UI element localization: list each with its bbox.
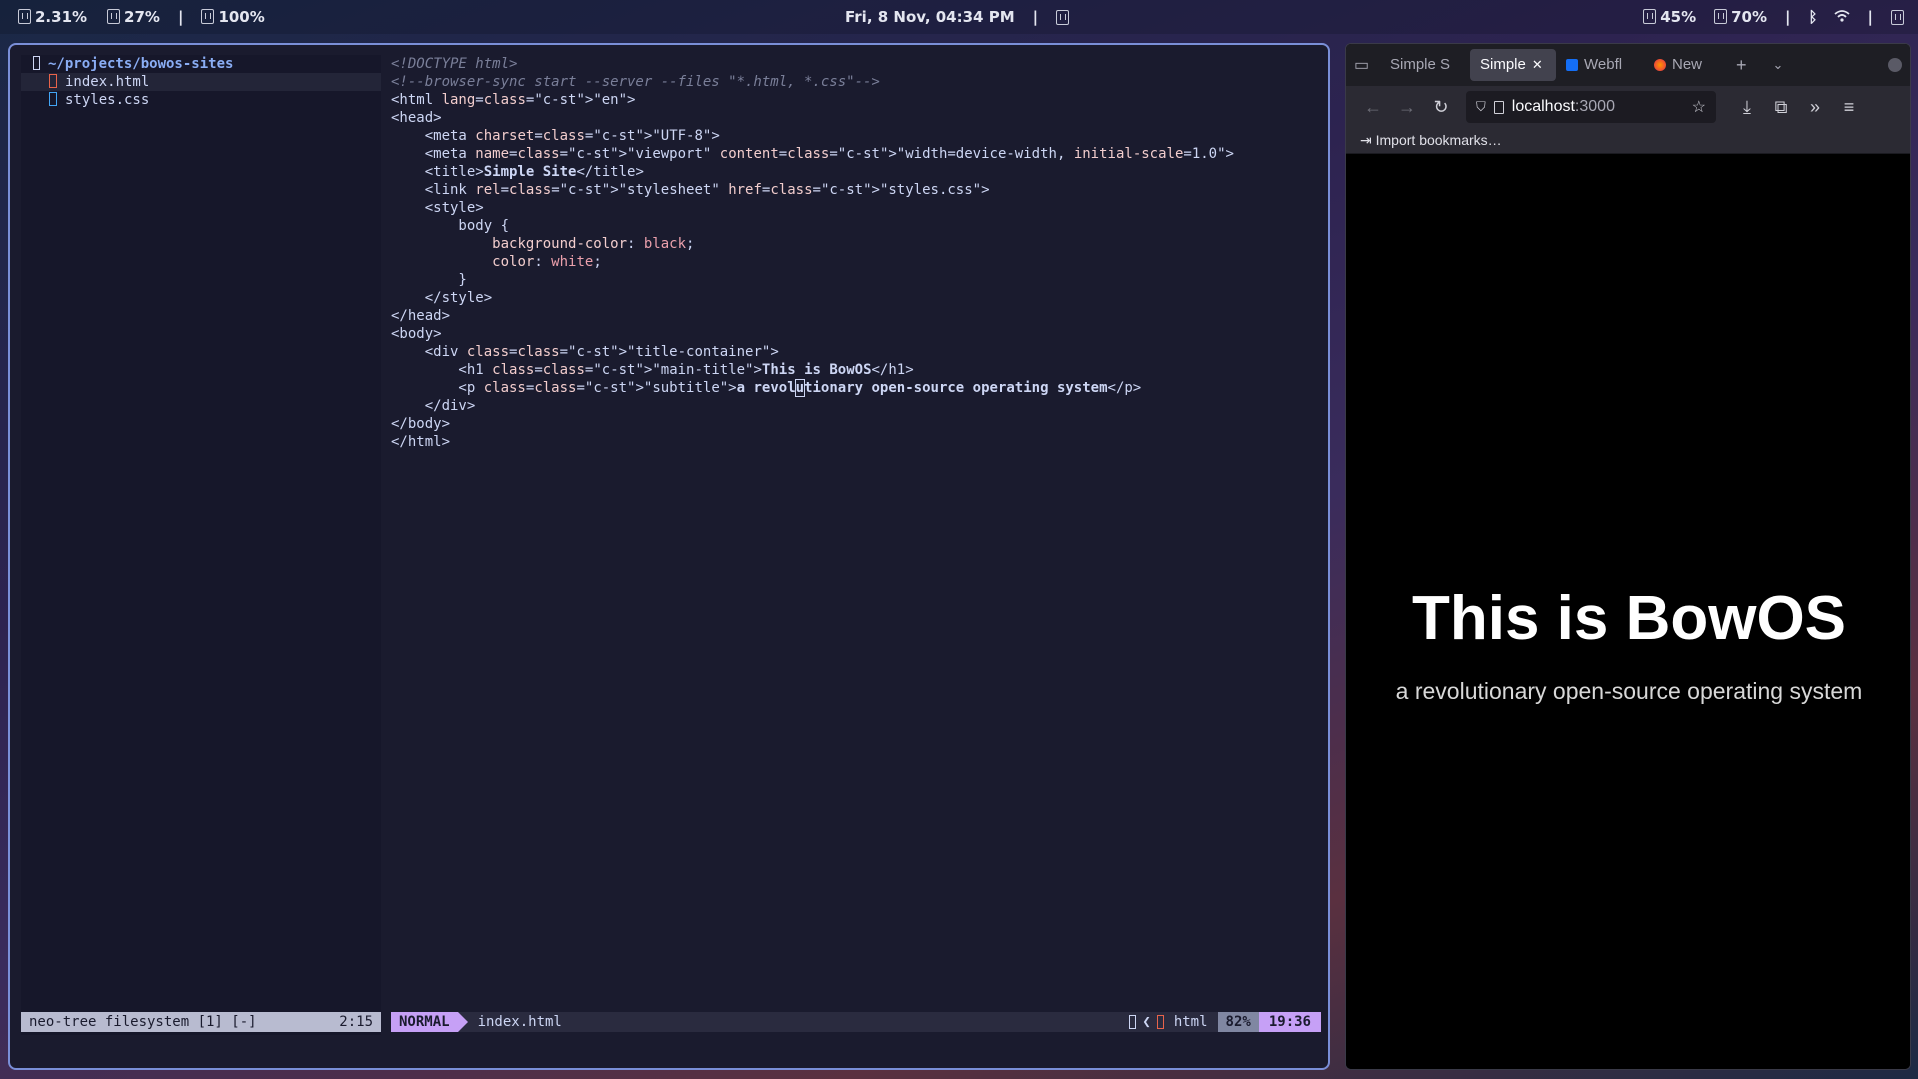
code-line[interactable]: <body>	[391, 325, 1321, 343]
code-editor[interactable]: <!DOCTYPE html> <!--browser-sync start --…	[391, 55, 1321, 1015]
tab-new[interactable]: New	[1644, 49, 1714, 81]
statusline: neo-tree filesystem [1] [-] 2:15 NORMAL …	[21, 1012, 1321, 1032]
file-tree: ~/projects/bowos-sites index.html styles…	[21, 55, 381, 1035]
bluetooth-icon[interactable]: ᛒ	[1809, 8, 1818, 26]
browser-window[interactable]: ▭ Simple S Simple ✕ Webfl New + ⌄ ← → ↻ ⛉…	[1345, 43, 1911, 1070]
topbar-separator: |	[1032, 8, 1039, 26]
overflow-icon[interactable]: »	[1798, 97, 1832, 118]
close-tab-icon[interactable]: ✕	[1532, 49, 1543, 81]
tab-simple-1[interactable]: Simple S	[1380, 49, 1470, 81]
memory-icon	[107, 9, 121, 24]
code-line[interactable]: <title>Simple Site</title>	[391, 163, 1321, 181]
clock[interactable]: Fri, 8 Nov, 04:34 PM	[845, 8, 1015, 26]
topbar-separator: |	[177, 8, 184, 26]
url-bar[interactable]: ⛉ localhost:3000 ☆	[1466, 91, 1716, 123]
filetype: html	[1173, 1014, 1208, 1030]
code-line[interactable]: <link rel=class="c-st">"stylesheet" href…	[391, 181, 1321, 199]
page-icon[interactable]	[1493, 100, 1504, 114]
forward-icon[interactable]: →	[1390, 97, 1424, 118]
css-file-icon	[49, 92, 57, 106]
web-page: This is BowOS a revolutionary open-sourc…	[1346, 154, 1910, 1069]
lsp-icon	[1129, 1015, 1137, 1029]
scroll-percent: 82%	[1217, 1012, 1259, 1032]
new-tab-icon[interactable]: +	[1736, 55, 1747, 76]
download-icon[interactable]: ⤓	[1730, 97, 1764, 118]
code-line[interactable]: background-color: black;	[391, 235, 1321, 253]
text-cursor: u	[794, 379, 806, 397]
code-line[interactable]: </head>	[391, 307, 1321, 325]
code-line[interactable]: <h1 class=class="c-st">"main-title">This…	[391, 361, 1321, 379]
extensions-icon[interactable]: ⧉	[1764, 97, 1798, 118]
code-line[interactable]: <!--browser-sync start --server --files …	[391, 73, 1321, 91]
window-control-icon[interactable]	[1888, 58, 1902, 72]
cpu-icon	[18, 9, 31, 24]
code-line[interactable]: </body>	[391, 415, 1321, 433]
topbar-center: Fri, 8 Nov, 04:34 PM |	[845, 8, 1073, 26]
cpu-indicator: 2.31%	[18, 8, 87, 26]
code-line[interactable]: <style>	[391, 199, 1321, 217]
tab-overview-icon[interactable]: ▭	[1354, 55, 1380, 75]
topbar-left: 2.31% 27% | 100%	[18, 8, 265, 26]
disk-indicator: 100%	[201, 8, 265, 26]
back-icon[interactable]: ←	[1356, 97, 1390, 118]
wifi-icon[interactable]	[1833, 8, 1850, 26]
code-line[interactable]: </style>	[391, 289, 1321, 307]
cursor-position: 19:36	[1258, 1012, 1321, 1032]
code-line[interactable]: color: white;	[391, 253, 1321, 271]
tab-bar: ▭ Simple S Simple ✕ Webfl New + ⌄	[1346, 44, 1910, 86]
calendar-icon[interactable]	[1056, 9, 1070, 25]
tab-webflow[interactable]: Webfl	[1556, 49, 1644, 81]
code-line[interactable]: </html>	[391, 433, 1321, 451]
brightness-indicator[interactable]: 70%	[1714, 8, 1767, 26]
code-line[interactable]: }	[391, 271, 1321, 289]
firefox-icon	[1654, 59, 1666, 71]
topbar-right: 45% 70% | ᛒ |	[1643, 8, 1908, 26]
nav-bar: ← → ↻ ⛉ localhost:3000 ☆ ⤓ ⧉ » ≡	[1346, 86, 1910, 128]
bookmarks-bar: ⇥ Import bookmarks…	[1346, 128, 1910, 154]
menu-icon[interactable]: ≡	[1832, 97, 1866, 118]
tree-status: neo-tree filesystem [1] [-] 2:15	[21, 1012, 381, 1032]
topbar-separator: |	[1867, 8, 1873, 26]
system-topbar: 2.31% 27% | 100% Fri, 8 Nov, 04:34 PM | …	[0, 0, 1918, 34]
tree-file-index[interactable]: index.html	[21, 73, 381, 91]
terminal-window[interactable]: ~/projects/bowos-sites index.html styles…	[8, 43, 1330, 1070]
code-line[interactable]: <!DOCTYPE html>	[391, 55, 1321, 73]
code-line[interactable]: <meta name=class="c-st">"viewport" conte…	[391, 145, 1321, 163]
status-filename: index.html	[477, 1014, 562, 1030]
shield-icon[interactable]: ⛉	[1476, 99, 1486, 115]
code-line[interactable]: <div class=class="c-st">"title-container…	[391, 343, 1321, 361]
folder-icon	[33, 56, 40, 70]
page-subtitle: a revolutionary open-source operating sy…	[1395, 678, 1863, 704]
mode-indicator: NORMAL	[391, 1012, 468, 1032]
reload-icon[interactable]: ↻	[1424, 97, 1458, 118]
html-file-icon	[49, 74, 57, 88]
code-line[interactable]: <head>	[391, 109, 1321, 127]
webflow-icon	[1566, 59, 1578, 71]
topbar-separator: |	[1785, 8, 1791, 26]
html-file-icon	[1156, 1015, 1164, 1029]
editor-status: NORMAL index.html ❮ html 82% 19:36	[391, 1012, 1321, 1032]
chevron-left-icon: ❮	[1142, 1014, 1151, 1030]
import-bookmarks-link[interactable]: ⇥ Import bookmarks…	[1360, 132, 1502, 148]
tab-simple-active[interactable]: Simple ✕	[1470, 49, 1556, 81]
tab-list-chevron-icon[interactable]: ⌄	[1773, 57, 1784, 73]
bookmark-star-icon[interactable]: ☆	[1692, 97, 1706, 117]
volume-indicator[interactable]: 45%	[1643, 8, 1696, 26]
status-right: ❮ html 82% 19:36	[1129, 1012, 1321, 1032]
code-line[interactable]: <html lang=class="c-st">"en">	[391, 91, 1321, 109]
disk-icon	[201, 9, 215, 24]
code-line[interactable]: <meta charset=class="c-st">"UTF-8">	[391, 127, 1321, 145]
code-line[interactable]: body {	[391, 217, 1321, 235]
code-line[interactable]: </div>	[391, 397, 1321, 415]
brightness-icon	[1714, 9, 1728, 24]
code-line[interactable]: <p class=class="c-st">"subtitle">a revol…	[391, 379, 1321, 397]
import-icon: ⇥	[1360, 132, 1372, 148]
volume-icon	[1643, 9, 1657, 24]
tree-root[interactable]: ~/projects/bowos-sites	[21, 55, 381, 73]
memory-indicator: 27%	[107, 8, 160, 26]
page-main-title: This is BowOS	[1411, 584, 1847, 653]
tree-file-styles[interactable]: styles.css	[21, 91, 381, 109]
power-icon[interactable]	[1891, 9, 1904, 25]
